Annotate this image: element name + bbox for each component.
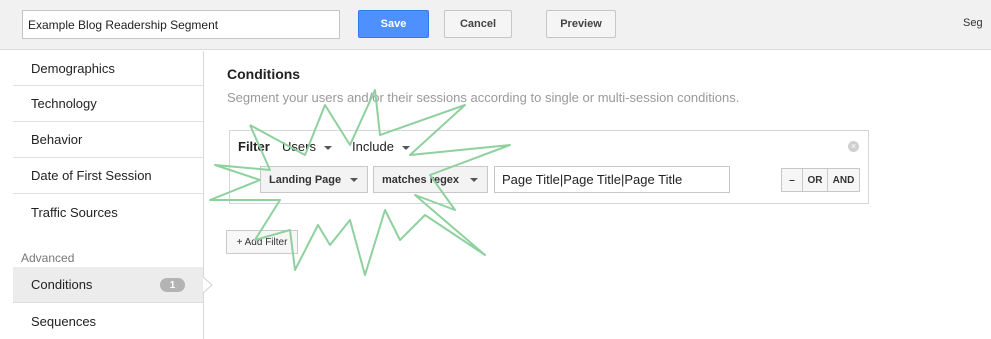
segment-editor-toolbar: Save Cancel Preview Seg	[0, 0, 991, 50]
page-subtitle: Segment your users and/or their sessions…	[227, 90, 740, 105]
remove-condition-button[interactable]: –	[781, 168, 803, 192]
chevron-down-icon	[350, 178, 358, 182]
chevron-down-icon	[470, 178, 478, 182]
truncated-header-text: Seg	[963, 17, 983, 29]
cancel-button[interactable]: Cancel	[444, 10, 512, 38]
dimension-value: Landing Page	[269, 173, 342, 186]
and-button[interactable]: AND	[828, 168, 860, 192]
filter-scope-dropdown[interactable]: Users	[282, 139, 332, 154]
sidebar-item-demographics[interactable]: Demographics	[13, 51, 203, 86]
page-title: Conditions	[227, 66, 301, 82]
operator-value: matches regex	[382, 173, 460, 186]
dimension-select[interactable]: Landing Page	[260, 166, 368, 193]
conditions-count-badge: 1	[160, 278, 185, 292]
sidebar-item-technology[interactable]: Technology	[13, 86, 203, 122]
filter-mode-dropdown[interactable]: Include	[352, 139, 410, 154]
sidebar-item-date-of-first-session[interactable]: Date of First Session	[13, 158, 203, 194]
add-filter-button[interactable]: + Add Filter	[226, 230, 298, 254]
filter-label: Filter	[238, 139, 270, 154]
operator-select[interactable]: matches regex	[373, 166, 488, 193]
sidebar-item-behavior[interactable]: Behavior	[13, 122, 203, 158]
remove-filter-icon[interactable]: ×	[848, 141, 859, 152]
sidebar-item-traffic-sources[interactable]: Traffic Sources	[13, 194, 203, 230]
preview-button[interactable]: Preview	[546, 10, 616, 38]
condition-value-input[interactable]	[494, 166, 730, 193]
segment-name-input[interactable]	[22, 10, 340, 39]
sidebar-item-sequences[interactable]: Sequences	[13, 303, 203, 339]
filter-scope-value: Users	[282, 139, 316, 154]
advanced-section-label: Advanced	[21, 251, 75, 265]
filter-mode-value: Include	[352, 139, 394, 154]
save-button[interactable]: Save	[358, 10, 429, 38]
chevron-down-icon	[323, 145, 332, 150]
or-button[interactable]: OR	[803, 168, 828, 192]
selected-arrow-icon	[203, 277, 213, 293]
chevron-down-icon	[401, 145, 410, 150]
